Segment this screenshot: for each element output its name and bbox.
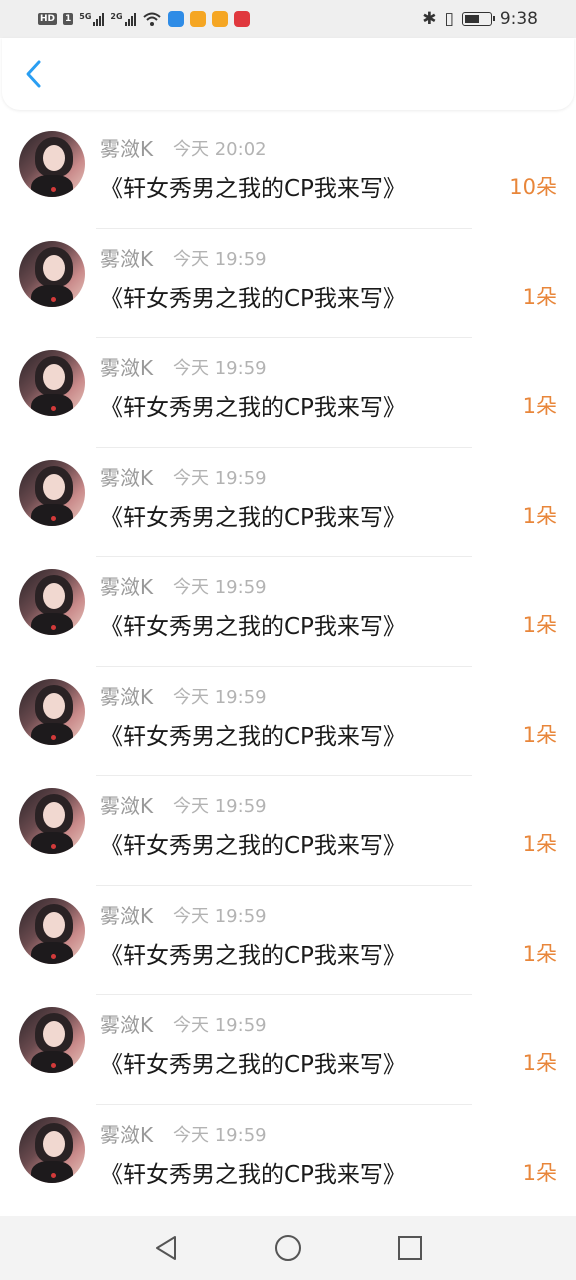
work-title[interactable]: 《轩女秀男之我的CP我来写》 [100,1155,406,1189]
sender-name[interactable]: 雾潋K [100,352,153,381]
weibo-app-icon [189,11,206,27]
chevron-left-icon [26,60,41,88]
signal-2g-icon: 2G [110,12,136,26]
shield-app-icon [167,11,184,27]
sender-name[interactable]: 雾潋K [100,790,153,819]
list-item[interactable]: 雾潋K 今天 19:59 《轩女秀男之我的CP我来写》 1朵 [0,557,576,667]
work-title[interactable]: 《轩女秀男之我的CP我来写》 [100,279,406,313]
circle-home-icon [275,1235,301,1261]
nav-back-button[interactable] [151,1233,181,1263]
gift-time: 今天 19:59 [173,1015,267,1036]
work-title[interactable]: 《轩女秀男之我的CP我来写》 [100,169,406,203]
square-recents-icon [398,1236,422,1260]
flower-count: 1朵 [522,503,557,528]
back-button[interactable] [20,60,48,88]
flower-count: 10朵 [509,175,557,199]
nav-recents-button[interactable] [395,1233,425,1263]
work-title[interactable]: 《轩女秀男之我的CP我来写》 [100,607,406,641]
avatar[interactable] [19,240,85,307]
avatar[interactable] [19,131,85,197]
list-item[interactable]: 雾潋K 今天 19:59 《轩女秀男之我的CP我来写》 1朵 [0,667,576,776]
flower-count: 1朵 [522,1160,557,1185]
avatar[interactable] [19,459,85,526]
triangle-back-icon [156,1236,176,1260]
avatar[interactable] [19,788,85,854]
flower-count: 1朵 [522,613,557,637]
hd-badge: HD [38,13,58,25]
gift-time: 今天 19:59 [173,577,267,598]
flower-count: 1朵 [522,284,557,309]
work-title[interactable]: 《轩女秀男之我的CP我来写》 [100,498,406,532]
avatar[interactable] [19,350,85,416]
list-item[interactable]: 雾潋K 今天 19:59 《轩女秀男之我的CP我来写》 1朵 [0,229,576,338]
weibo-app-icon-2 [211,11,228,27]
work-title[interactable]: 《轩女秀男之我的CP我来写》 [100,388,406,422]
gift-time: 今天 19:59 [173,796,267,817]
signal-2g-label: 2G [110,12,123,21]
list-item[interactable]: 雾潋K 今天 19:59 《轩女秀男之我的CP我来写》 1朵 [0,886,576,995]
sender-name[interactable]: 雾潋K [100,462,153,491]
flower-count: 1朵 [522,941,557,966]
wifi-icon [142,12,161,26]
sender-name[interactable]: 雾潋K [100,1009,153,1038]
avatar[interactable] [19,1007,85,1073]
sender-name[interactable]: 雾潋K [100,900,153,929]
flower-count: 1朵 [522,1051,557,1075]
flower-count: 1朵 [522,832,557,856]
avatar[interactable] [19,569,85,635]
sender-name[interactable]: 雾潋K [100,571,153,600]
nav-home-button[interactable] [273,1233,303,1263]
battery-icon [461,12,495,26]
gift-list: 雾潋K 今天 20:02 《轩女秀男之我的CP我来写》 10朵 雾潋K 今天 19:59 《… [0,119,576,1214]
gift-time: 今天 20:02 [173,139,267,160]
bluetooth-icon: ✱ [422,9,437,29]
status-bar-left: HD 1 5G 2G [38,11,250,27]
clock-time: 9:38 [499,9,538,29]
list-item[interactable]: 雾潋K 今天 19:59 《轩女秀男之我的CP我来写》 1朵 [0,1105,576,1215]
header-bar [2,38,574,110]
status-bar: HD 1 5G 2G ✱ ▯ 9:38 [0,0,576,38]
sender-name[interactable]: 雾潋K [100,133,153,162]
sender-name[interactable]: 雾潋K [100,681,153,710]
list-item[interactable]: 雾潋K 今天 19:59 《轩女秀男之我的CP我来写》 1朵 [0,776,576,886]
sender-name[interactable]: 雾潋K [100,243,153,272]
vibrate-icon: ▯ [444,9,454,29]
list-item[interactable]: 雾潋K 今天 20:02 《轩女秀男之我的CP我来写》 10朵 [0,119,576,229]
gift-time: 今天 19:59 [173,905,267,927]
gift-time: 今天 19:59 [173,686,267,708]
signal-5g-icon: 5G [79,12,105,26]
system-nav-bar [0,1216,576,1280]
avatar[interactable] [19,1116,85,1183]
sender-name[interactable]: 雾潋K [100,1119,153,1148]
red-app-icon [233,11,250,27]
work-title[interactable]: 《轩女秀男之我的CP我来写》 [100,936,406,970]
gift-time: 今天 19:59 [173,358,267,379]
work-title[interactable]: 《轩女秀男之我的CP我来写》 [100,826,406,860]
sim-badge: 1 [63,13,74,25]
work-title[interactable]: 《轩女秀男之我的CP我来写》 [100,717,406,751]
list-item[interactable]: 雾潋K 今天 19:59 《轩女秀男之我的CP我来写》 1朵 [0,448,576,557]
gift-time: 今天 19:59 [173,467,267,489]
list-item[interactable]: 雾潋K 今天 19:59 《轩女秀男之我的CP我来写》 1朵 [0,338,576,448]
avatar[interactable] [19,897,85,964]
list-item[interactable]: 雾潋K 今天 19:59 《轩女秀男之我的CP我来写》 1朵 [0,995,576,1105]
avatar[interactable] [19,678,85,745]
flower-count: 1朵 [522,722,557,747]
gift-time: 今天 19:59 [173,1124,267,1146]
signal-5g-label: 5G [79,12,92,21]
flower-count: 1朵 [522,394,557,418]
gift-time: 今天 19:59 [173,248,267,270]
work-title[interactable]: 《轩女秀男之我的CP我来写》 [100,1045,406,1079]
status-bar-right: ✱ ▯ 9:38 [422,9,538,29]
